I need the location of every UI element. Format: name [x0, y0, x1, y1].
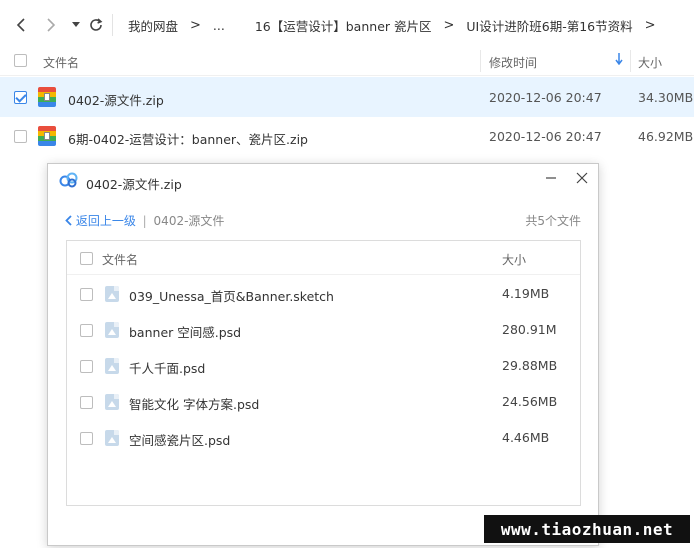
- column-header-modified[interactable]: 修改时间: [489, 54, 537, 71]
- list-item[interactable]: banner 空间感.psd 280.91M: [67, 312, 580, 348]
- zip-archive-icon: [38, 126, 56, 146]
- zip-archive-icon: [38, 87, 56, 107]
- archive-preview-dialog: 0402-源文件.zip 返回上一级 | 0402-源文件 共5个文件 文件名 …: [47, 163, 599, 546]
- file-size: 4.19MB: [502, 286, 550, 301]
- file-size: 29.88MB: [502, 358, 558, 373]
- file-icon: [105, 358, 119, 374]
- list-item[interactable]: 039_Unessa_首页&Banner.sketch 4.19MB: [67, 276, 580, 312]
- dialog-title: 0402-源文件.zip: [86, 177, 182, 192]
- column-divider: [630, 50, 631, 72]
- file-modified: 2020-12-06 20:47: [489, 90, 602, 105]
- row-checkbox[interactable]: [80, 432, 93, 445]
- file-name[interactable]: 智能文化 字体方案.psd: [129, 394, 259, 413]
- breadcrumb-separator: >: [644, 17, 656, 33]
- file-size: 4.46MB: [502, 430, 550, 445]
- row-checkbox[interactable]: [14, 130, 27, 143]
- dialog-breadcrumb: 返回上一级 | 0402-源文件: [65, 212, 224, 229]
- back-chevron-icon[interactable]: [65, 214, 76, 228]
- close-icon[interactable]: [571, 168, 593, 188]
- file-name[interactable]: banner 空间感.psd: [129, 322, 241, 341]
- file-name[interactable]: 空间感瓷片区.psd: [129, 430, 230, 449]
- back-link[interactable]: 返回上一级: [76, 214, 136, 228]
- file-name[interactable]: 6期-0402-运营设计：banner、瓷片区.zip: [68, 129, 308, 148]
- file-icon: [105, 322, 119, 338]
- minimize-icon[interactable]: [540, 168, 562, 188]
- row-checkbox[interactable]: [80, 288, 93, 301]
- table-row[interactable]: 0402-源文件.zip 2020-12-06 20:47 34.30MB: [0, 77, 694, 117]
- select-all-checkbox[interactable]: [14, 54, 27, 67]
- row-checkbox[interactable]: [80, 396, 93, 409]
- row-checkbox[interactable]: [14, 91, 27, 104]
- file-icon: [105, 430, 119, 446]
- column-divider: [480, 50, 481, 72]
- breadcrumb-item-folder[interactable]: 16【运营设计】banner 瓷片区: [255, 16, 432, 35]
- column-header-name[interactable]: 文件名: [43, 54, 79, 71]
- breadcrumb-divider: |: [142, 214, 147, 228]
- table-row[interactable]: 6期-0402-运营设计：banner、瓷片区.zip 2020-12-06 2…: [0, 117, 694, 157]
- select-all-checkbox[interactable]: [80, 252, 93, 265]
- breadcrumb-separator: >: [443, 17, 455, 33]
- baidu-cloud-logo-icon: [59, 172, 79, 191]
- file-icon: [105, 394, 119, 410]
- back-arrow-icon[interactable]: [10, 12, 32, 38]
- column-header-size[interactable]: 大小: [638, 54, 662, 71]
- file-icon: [105, 286, 119, 302]
- file-size: 46.92MB: [638, 129, 694, 144]
- list-item[interactable]: 空间感瓷片区.psd 4.46MB: [67, 420, 580, 456]
- sort-down-arrow-icon[interactable]: [615, 53, 623, 68]
- file-name[interactable]: 039_Unessa_首页&Banner.sketch: [129, 286, 334, 305]
- breadcrumb-separator: >: [190, 17, 201, 33]
- row-checkbox[interactable]: [80, 360, 93, 373]
- file-size: 34.30MB: [638, 90, 694, 105]
- navigation-bar: 我的网盘 > ... 16【运营设计】banner 瓷片区 > UI设计进阶班6…: [0, 0, 694, 50]
- list-item[interactable]: 千人千面.psd 29.88MB: [67, 348, 580, 384]
- file-name[interactable]: 千人千面.psd: [129, 358, 205, 377]
- archive-list-header: 文件名 大小: [67, 241, 580, 275]
- file-count: 共5个文件: [525, 214, 581, 228]
- refresh-icon[interactable]: [85, 12, 107, 38]
- file-modified: 2020-12-06 20:47: [489, 129, 602, 144]
- watermark: www.tiaozhuan.net: [484, 515, 690, 543]
- file-size: 280.91M: [502, 322, 557, 337]
- current-folder: 0402-源文件: [153, 214, 225, 228]
- archive-file-list: 文件名 大小 039_Unessa_首页&Banner.sketch 4.19M…: [66, 240, 581, 506]
- column-header-size: 大小: [502, 253, 527, 267]
- breadcrumb-item-ellipsis[interactable]: ...: [213, 18, 225, 33]
- forward-arrow-icon[interactable]: [40, 12, 62, 38]
- file-list-header: 文件名 修改时间 大小: [0, 46, 694, 76]
- file-size: 24.56MB: [502, 394, 558, 409]
- breadcrumb-item-current[interactable]: UI设计进阶班6期-第16节资料: [466, 16, 632, 35]
- breadcrumb-item-root[interactable]: 我的网盘: [128, 16, 178, 35]
- history-dropdown-icon[interactable]: [65, 12, 87, 38]
- list-item[interactable]: 智能文化 字体方案.psd 24.56MB: [67, 384, 580, 420]
- column-header-name: 文件名: [102, 253, 139, 267]
- breadcrumb: 我的网盘 > ... 16【运营设计】banner 瓷片区 > UI设计进阶班6…: [112, 14, 668, 36]
- file-name[interactable]: 0402-源文件.zip: [68, 90, 164, 109]
- row-checkbox[interactable]: [80, 324, 93, 337]
